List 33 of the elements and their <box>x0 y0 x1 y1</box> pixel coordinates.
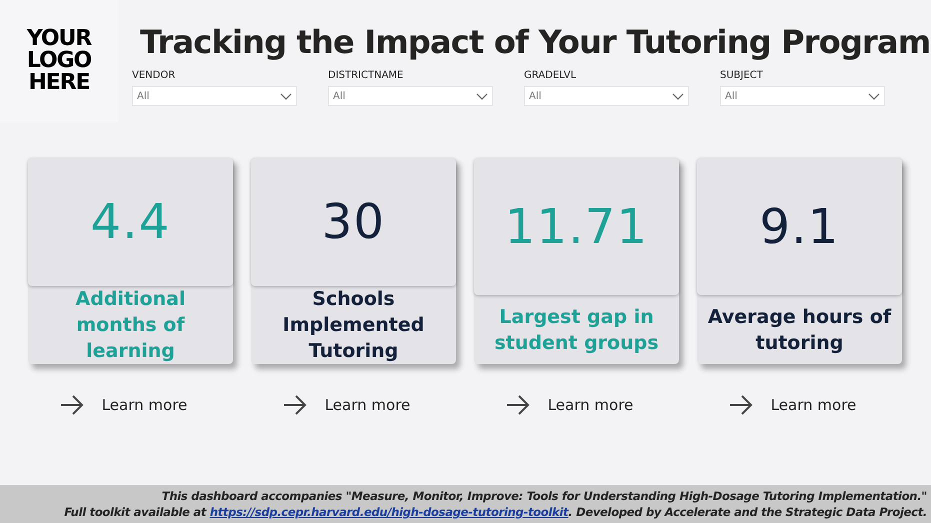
filter-dropdown[interactable]: All <box>524 86 689 106</box>
kpi-caption: Largest gap in student groups <box>493 304 660 356</box>
logo-text: YOUR LOGO HERE <box>26 28 93 94</box>
arrow-right-icon <box>60 395 84 416</box>
filter-label: SUBJECT <box>720 69 764 83</box>
filter-label: VENDOR <box>132 69 176 83</box>
kpi-value: 30 <box>322 194 386 250</box>
kpi-value: 11.71 <box>504 198 648 254</box>
kpi-value: 4.4 <box>90 194 170 250</box>
footer-note: Full toolkit available at https://sdp.cepr.harvard.edu/high-dosage-tutoring-toolkit. Developed by Accelerate and the Strategic Data Project. <box>64 504 927 520</box>
learn-more-link[interactable]: Learn more <box>60 394 202 416</box>
filter-dropdown[interactable]: All <box>328 86 493 106</box>
learn-more-link[interactable]: Learn more <box>728 394 870 416</box>
toolkit-link[interactable]: https://sdp.cepr.harvard.edu/high-dosage-tutoring-toolkit <box>210 505 568 519</box>
kpi-caption: Average hours of tutoring <box>706 304 892 356</box>
filter-label: GRADELVL <box>524 69 578 83</box>
kpi-caption: Additional months of learning <box>74 287 186 364</box>
footer-note: This dashboard accompanies "Measure, Monitor, Improve: Tools for Understanding High-Dosage Tutoring Implementation." <box>162 488 927 504</box>
learn-more-link[interactable]: Learn more <box>282 394 424 416</box>
chevron-down-icon <box>672 92 684 100</box>
learn-more-link[interactable]: Learn more <box>506 394 648 416</box>
arrow-right-icon <box>506 395 530 416</box>
dashboard-title: Tracking the Impact of Your Tutoring Program <box>140 22 931 62</box>
chevron-down-icon <box>476 92 488 100</box>
filter-label: DISTRICTNAME <box>328 69 404 83</box>
chevron-down-icon <box>280 92 292 100</box>
filter-dropdown[interactable]: All <box>720 86 885 106</box>
kpi-value: 9.1 <box>760 198 840 254</box>
kpi-caption: Schools Implemented Tutoring <box>282 287 426 364</box>
arrow-right-icon <box>282 395 307 416</box>
arrow-right-icon <box>728 395 753 416</box>
filter-dropdown[interactable]: All <box>132 86 297 106</box>
chevron-down-icon <box>868 92 880 100</box>
